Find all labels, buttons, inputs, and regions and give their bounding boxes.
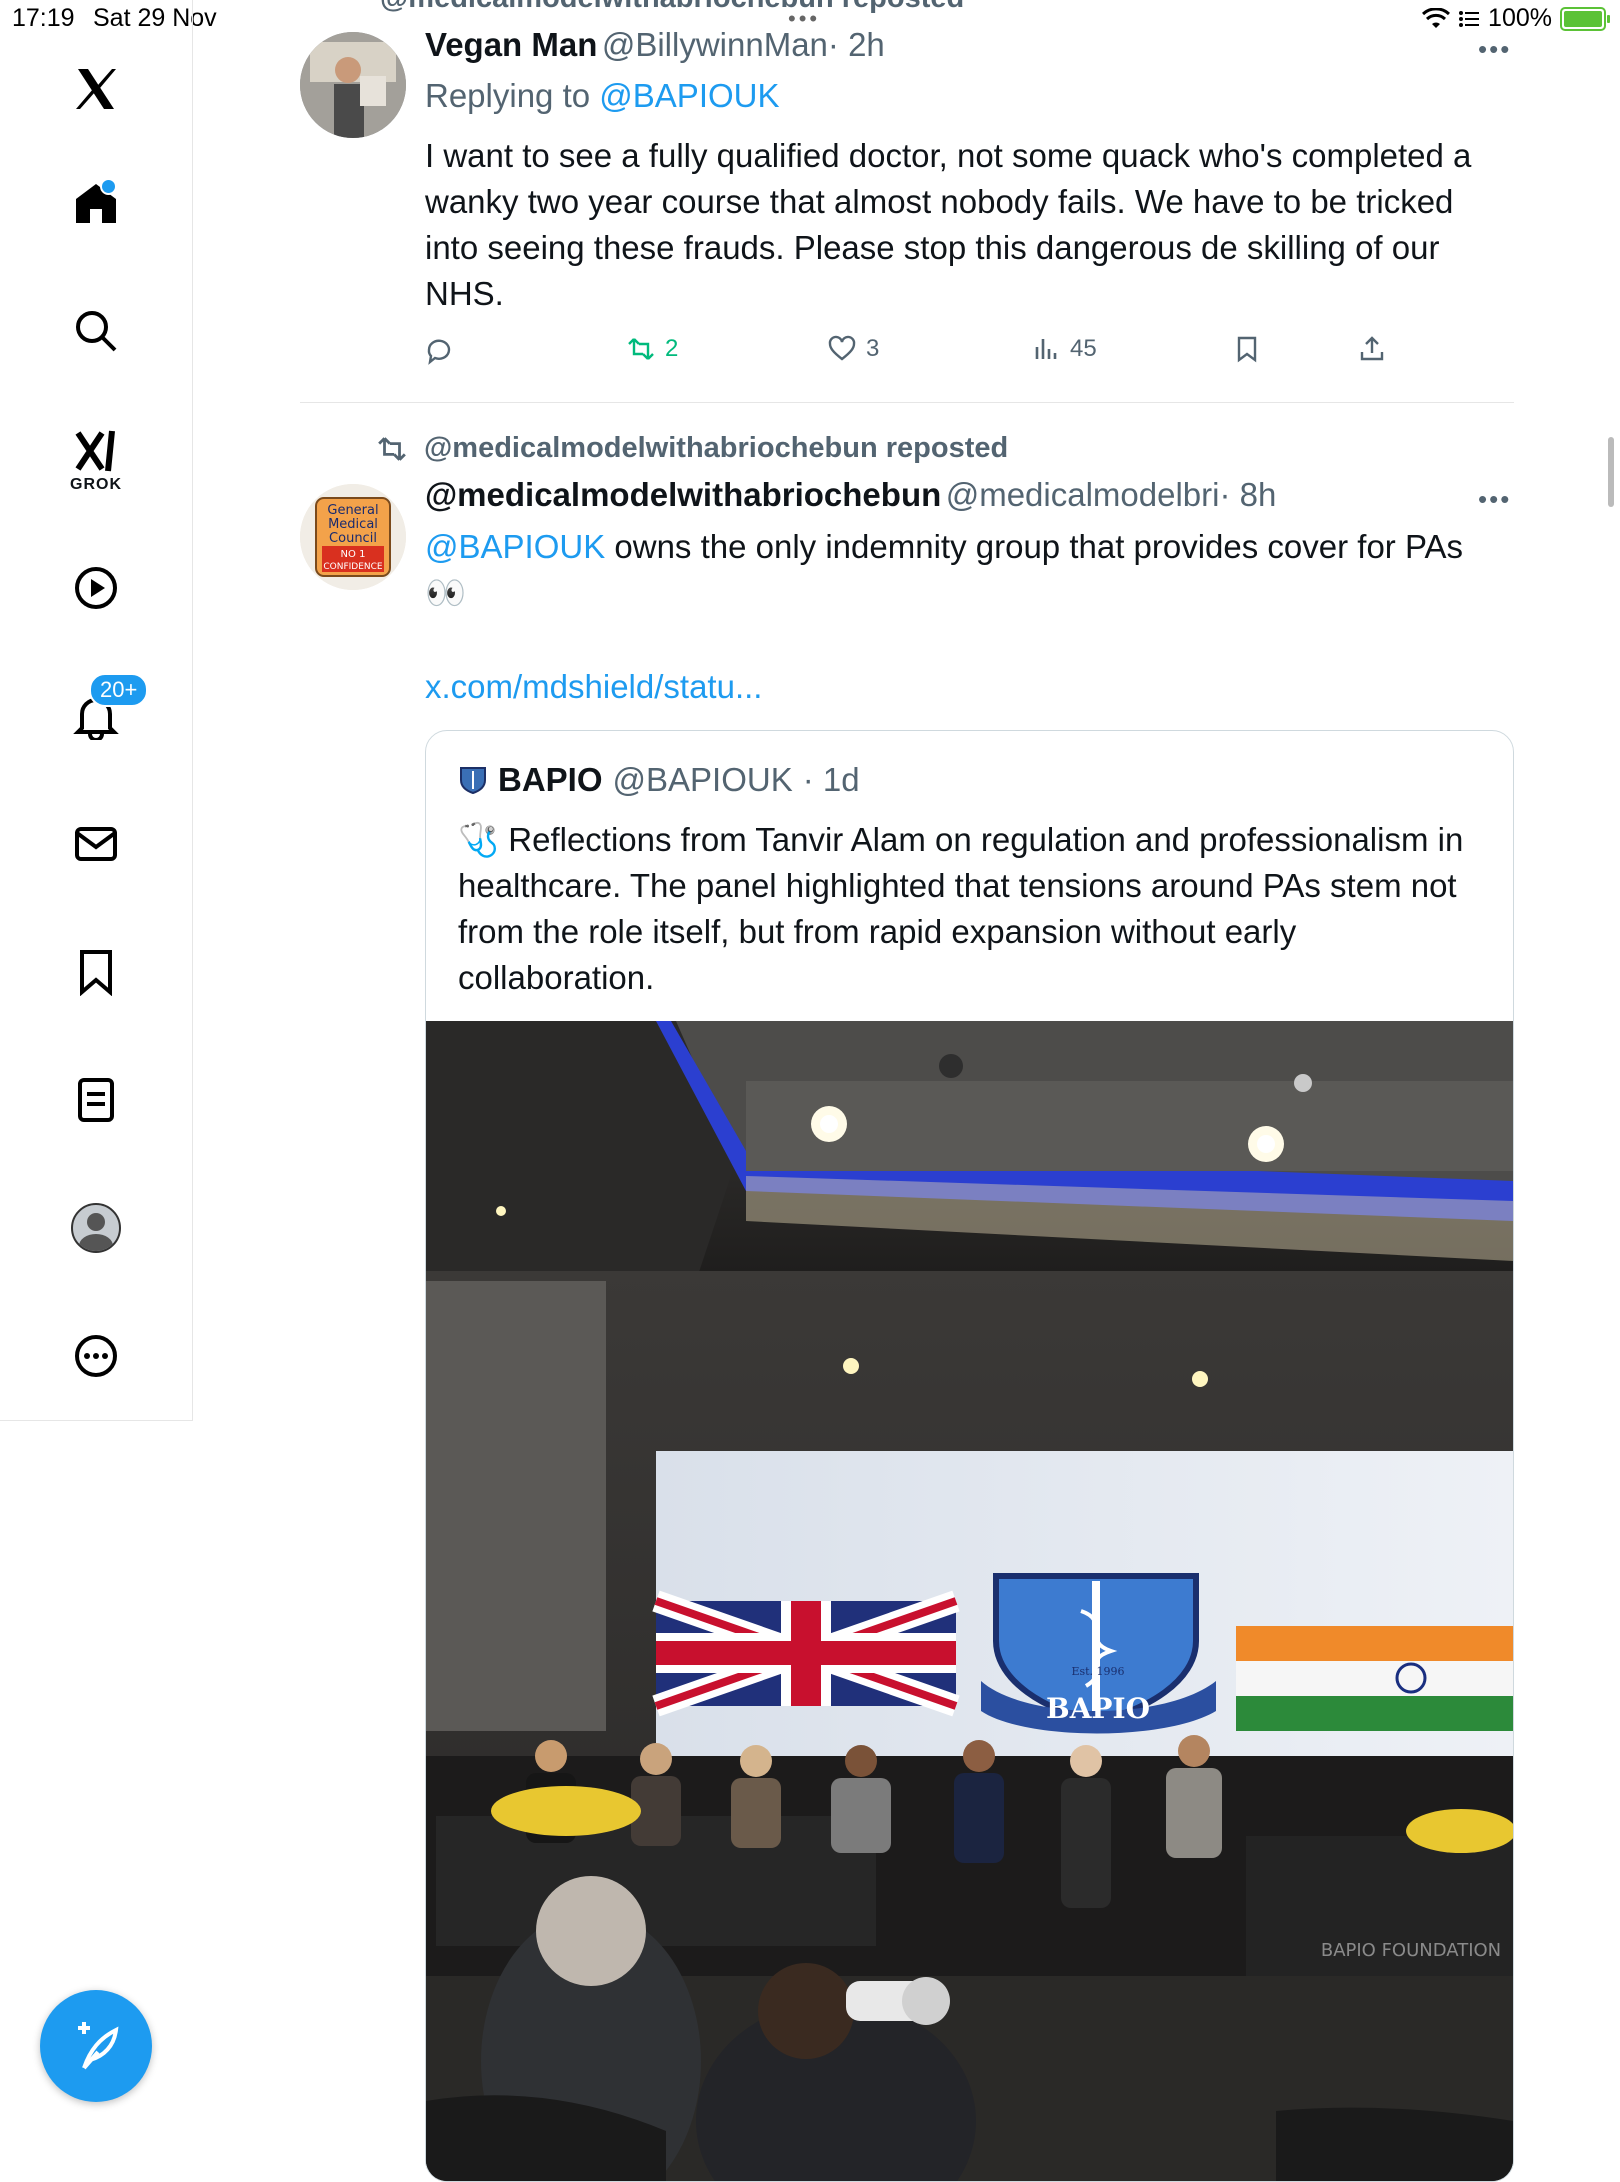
sidebar-item-bookmarks[interactable] xyxy=(65,941,127,1003)
author-handle[interactable]: @BillywinnMan xyxy=(602,26,828,63)
like-count: 3 xyxy=(866,335,880,362)
avatar-text-5: CONFIDENCE xyxy=(323,562,383,572)
quoted-post-time: · 1d xyxy=(802,761,860,798)
sidebar-item-lists[interactable] xyxy=(65,1069,127,1131)
like-button[interactable]: 3 xyxy=(828,335,879,363)
repost-indicator-text: @medicalmodelwithabriochebun reposted xyxy=(424,432,1009,464)
compose-post-button[interactable] xyxy=(40,1990,152,2102)
play-icon xyxy=(75,567,117,609)
photo-table-text: BAPIO FOUNDATION xyxy=(1321,1940,1501,1961)
uk-flag xyxy=(652,1590,960,1717)
vegan-man-avatar[interactable] xyxy=(300,32,406,138)
reply-post-header: Vegan Man @BillywinnMan· 2h xyxy=(425,26,885,64)
battery-icon xyxy=(1560,6,1610,31)
sidebar-item-grok[interactable] xyxy=(65,420,127,482)
stethoscope-emoji: 🩺 xyxy=(458,821,500,858)
bapio-logo: BAPIO Est. 1996 xyxy=(981,1573,1216,1734)
sidebar-item-more[interactable] xyxy=(65,1325,127,1387)
replying-to: Replying to @BAPIOUK xyxy=(425,77,780,115)
avatar-text-4: NO 1 xyxy=(341,549,366,560)
repost-count: 2 xyxy=(665,335,679,362)
quoted-author-handle[interactable]: @BAPIOUK xyxy=(613,761,793,799)
mail-icon xyxy=(75,827,117,861)
india-flag xyxy=(1236,1626,1513,1731)
author-name[interactable]: Vegan Man xyxy=(425,26,597,63)
x-logo-icon[interactable] xyxy=(65,58,127,120)
post-more-icon[interactable]: ••• xyxy=(1478,484,1511,515)
bookmark-icon xyxy=(1237,336,1257,363)
bookmark-button[interactable] xyxy=(1233,335,1261,363)
mention-link[interactable]: @BAPIOUK xyxy=(425,528,605,565)
share-icon xyxy=(1360,336,1384,361)
scrollbar-thumb[interactable] xyxy=(1608,437,1614,507)
eyes-emoji: 👀 xyxy=(425,574,467,611)
grok-label: GROK xyxy=(70,476,122,493)
medicalmodel-avatar[interactable]: General Medical Council NO 1 CONFIDENCE xyxy=(300,484,406,590)
profile-avatar xyxy=(71,1203,121,1253)
quoted-post-card[interactable]: BAPIO @BAPIOUK · 1d 🩺 Reflections from Ta… xyxy=(425,730,1514,2182)
battery-percent: 100% xyxy=(1488,4,1552,32)
repost-button[interactable]: 2 xyxy=(627,335,678,363)
sidebar-item-video[interactable] xyxy=(65,557,127,619)
quoted-post-photo[interactable]: BAPIO Est. 1996 BAPIO FOUNDATION xyxy=(426,1021,1513,2181)
grok-icon xyxy=(75,430,115,472)
sidebar-item-messages[interactable] xyxy=(65,813,127,875)
avatar-text-3: Council xyxy=(329,531,377,546)
sidebar-item-search[interactable] xyxy=(65,300,127,362)
quoted-post-body: 🩺 Reflections from Tanvir Alam on regula… xyxy=(458,817,1488,1001)
quoted-post-text: Reflections from Tanvir Alam on regulati… xyxy=(458,821,1464,996)
photo-logo-text: BAPIO xyxy=(1046,1692,1150,1725)
reply-icon xyxy=(427,339,451,365)
top-repost-text: @medicalmodelwithabriochebun reposted xyxy=(380,0,964,14)
reply-button[interactable] xyxy=(425,337,463,365)
post-time: · 8h xyxy=(1219,476,1277,513)
sidebar-item-profile[interactable] xyxy=(65,1197,127,1259)
wifi-icon xyxy=(1422,7,1451,28)
post-more-icon[interactable]: ••• xyxy=(1478,34,1511,65)
bapio-shield-icon xyxy=(460,767,486,795)
heart-icon xyxy=(828,335,856,361)
compose-feather-icon xyxy=(78,2022,119,2070)
repost-indicator: @medicalmodelwithabriochebun reposted xyxy=(376,432,1008,465)
sidebar-item-notifications[interactable]: 20+ xyxy=(65,673,149,747)
views-chart-icon xyxy=(1035,339,1057,359)
repost-icon xyxy=(628,338,654,360)
photo-est-text: Est. 1996 xyxy=(1071,1665,1124,1678)
post-divider xyxy=(300,402,1514,403)
avatar-text-1: General xyxy=(327,503,378,518)
bookmark-icon xyxy=(80,950,112,996)
quoted-author-name[interactable]: BAPIO xyxy=(498,761,603,799)
quote-post-body: @BAPIOUK owns the only indemnity group t… xyxy=(425,524,1515,616)
external-link[interactable]: x.com/mdshield/statu... xyxy=(425,664,762,710)
repost-icon xyxy=(378,436,406,461)
replying-prefix: Replying to xyxy=(425,77,591,114)
list-icon xyxy=(78,1078,114,1122)
conference-photo: BAPIO Est. 1996 BAPIO FOUNDATION xyxy=(426,1021,1513,2181)
author-handle[interactable]: @medicalmodelbri xyxy=(946,476,1220,513)
views-button[interactable]: 45 xyxy=(1032,335,1097,363)
post-time: · 2h xyxy=(827,26,885,63)
sidebar: GROK 20+ xyxy=(0,0,193,1421)
top-repost-line: @medicalmodelwithabriochebun reposted xyxy=(380,0,964,15)
notifications-badge: 20+ xyxy=(89,673,149,707)
views-count: 45 xyxy=(1070,335,1097,362)
home-badge-dot xyxy=(100,178,117,195)
focus-list-icon xyxy=(1459,10,1480,27)
sidebar-item-home[interactable] xyxy=(65,172,127,234)
replying-to-link[interactable]: @BAPIOUK xyxy=(599,77,779,114)
avatar-text-2: Medical xyxy=(328,517,378,532)
quote-post-header: @medicalmodelwithabriochebun @medicalmod… xyxy=(425,476,1276,514)
reply-post-body: I want to see a fully qualified doctor, … xyxy=(425,137,1472,312)
author-name[interactable]: @medicalmodelwithabriochebun xyxy=(425,476,941,513)
share-button[interactable] xyxy=(1358,335,1386,363)
status-icons: 100% xyxy=(1422,4,1610,33)
search-icon xyxy=(76,311,117,352)
more-circle-icon xyxy=(75,1335,117,1377)
quote-post-text: owns the only indemnity group that provi… xyxy=(605,528,1464,565)
quoted-post-header: BAPIO @BAPIOUK · 1d xyxy=(458,761,860,799)
